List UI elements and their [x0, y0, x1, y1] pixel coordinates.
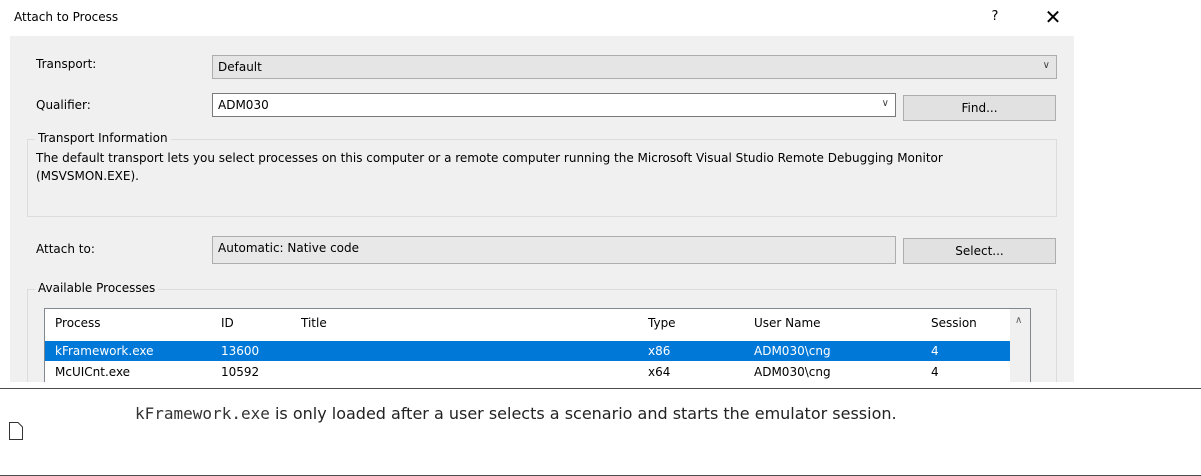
attach-to-label: Attach to:: [36, 242, 95, 256]
process-list-header: Process ID Title Type User Name Session: [45, 309, 1010, 337]
process-name-cell: McUICnt.exe: [55, 365, 131, 379]
dialog-title: Attach to Process: [14, 10, 119, 24]
process-id-cell: 13600: [221, 344, 260, 358]
process-user-cell: ADM030\cng: [754, 365, 831, 379]
select-button[interactable]: Select...: [903, 238, 1056, 264]
column-header-process[interactable]: Process: [55, 316, 101, 330]
help-button[interactable]: ?: [985, 7, 1005, 27]
chevron-down-icon[interactable]: ∨: [882, 98, 889, 109]
column-header-type[interactable]: Type: [648, 316, 676, 330]
process-list[interactable]: Process ID Title Type User Name Session …: [44, 308, 1031, 382]
chevron-up-icon[interactable]: ∧: [1015, 315, 1022, 326]
transport-info-title: Transport Information: [35, 131, 171, 145]
process-user-cell: ADM030\cng: [754, 344, 831, 358]
process-type-cell: x86: [648, 344, 671, 358]
title-bar: Attach to Process ? ✕: [0, 0, 1201, 34]
process-session-cell: 4: [931, 365, 939, 379]
column-header-id[interactable]: ID: [221, 316, 234, 330]
attach-to-process-dialog: Attach to Process ? ✕ Transport: Default…: [0, 0, 1201, 382]
note-code: kFramework.exe: [135, 404, 270, 423]
attach-to-value: Automatic: Native code: [218, 241, 360, 255]
chevron-down-icon: ∨: [1042, 60, 1050, 71]
process-type-cell: x64: [648, 365, 671, 379]
transport-info-text: The default transport lets you select pr…: [36, 151, 943, 183]
available-processes-title: Available Processes: [35, 281, 159, 295]
table-row[interactable]: McUICnt.exe 10592 x64 ADM030\cng 4: [45, 362, 1010, 382]
attach-to-field: Automatic: Native code: [212, 236, 896, 264]
column-header-title[interactable]: Title: [301, 316, 327, 330]
find-button[interactable]: Find...: [903, 95, 1056, 121]
column-header-user-name[interactable]: User Name: [754, 316, 821, 330]
process-session-cell: 4: [931, 344, 939, 358]
process-name-cell: kFramework.exe: [55, 344, 154, 358]
qualifier-label: Qualifier:: [36, 98, 91, 112]
note-text: kFramework.exe is only loaded after a us…: [135, 400, 1125, 428]
note-icon: [9, 422, 23, 440]
note-body: is only loaded after a user selects a sc…: [269, 404, 897, 423]
close-button[interactable]: ✕: [1040, 5, 1066, 29]
column-header-session[interactable]: Session: [931, 316, 977, 330]
transport-value: Default: [218, 60, 262, 74]
process-list-scrollbar[interactable]: ∧: [1010, 309, 1030, 382]
qualifier-value: ADM030: [218, 98, 269, 112]
qualifier-combobox[interactable]: ADM030 ∨: [212, 93, 896, 117]
transport-label: Transport:: [36, 57, 97, 71]
note-callout: kFramework.exe is only loaded after a us…: [0, 388, 1201, 476]
process-id-cell: 10592: [221, 365, 260, 379]
table-row[interactable]: kFramework.exe 13600 x86 ADM030\cng 4: [45, 341, 1010, 361]
transport-dropdown[interactable]: Default ∨: [212, 55, 1057, 79]
